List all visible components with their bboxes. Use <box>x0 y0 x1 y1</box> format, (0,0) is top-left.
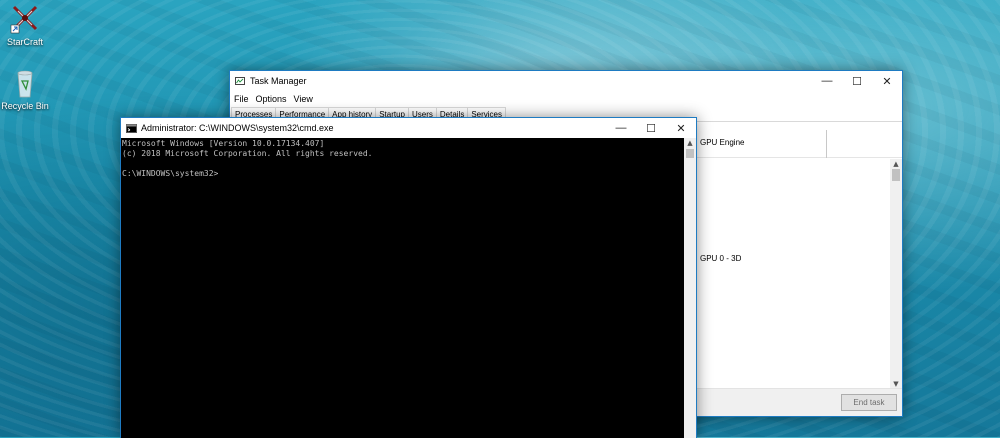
menu-bar: File Options View <box>230 91 902 107</box>
console-line: (c) 2018 Microsoft Corporation. All righ… <box>122 149 373 158</box>
console-line: Microsoft Windows [Version 10.0.17134.40… <box>122 139 325 148</box>
cmd-window: Administrator: C:\WINDOWS\system32\cmd.e… <box>120 117 697 438</box>
scroll-up-icon[interactable]: ▲ <box>684 138 696 148</box>
menu-file[interactable]: File <box>234 94 249 104</box>
task-manager-icon <box>235 77 245 85</box>
maximize-button[interactable]: ☐ <box>842 71 872 91</box>
cmd-icon <box>126 124 137 133</box>
starcraft-icon <box>8 3 42 35</box>
scroll-thumb[interactable] <box>892 169 900 181</box>
desktop-icon-label: Recycle Bin <box>1 101 49 111</box>
console-prompt: C:\WINDOWS\system32> <box>122 169 219 178</box>
vertical-scrollbar[interactable]: ▲ <box>684 138 696 438</box>
scroll-up-icon[interactable]: ▲ <box>890 159 902 169</box>
close-button[interactable]: ✕ <box>666 118 696 138</box>
desktop-icon-starcraft[interactable]: StarCraft <box>0 3 55 47</box>
vertical-scrollbar[interactable]: ▲ ▼ <box>890 159 902 389</box>
minimize-button[interactable]: — <box>606 118 636 138</box>
console-output[interactable]: Microsoft Windows [Version 10.0.17134.40… <box>121 138 684 438</box>
menu-options[interactable]: Options <box>256 94 287 104</box>
desktop-icon-recycle-bin[interactable]: Recycle Bin <box>0 67 55 111</box>
gpu-engine-value: GPU 0 - 3D <box>700 254 742 263</box>
minimize-button[interactable]: — <box>812 71 842 91</box>
end-task-button[interactable]: End task <box>841 394 897 411</box>
window-title: Task Manager <box>250 76 307 86</box>
maximize-button[interactable]: ☐ <box>636 118 666 138</box>
cmd-titlebar[interactable]: Administrator: C:\WINDOWS\system32\cmd.e… <box>121 118 696 138</box>
scroll-thumb[interactable] <box>686 149 694 158</box>
recycle-bin-icon <box>8 67 42 99</box>
column-header-gpu-engine[interactable]: GPU Engine <box>700 138 744 147</box>
desktop-icon-label: StarCraft <box>6 37 43 47</box>
close-button[interactable]: ✕ <box>872 71 902 91</box>
task-manager-titlebar[interactable]: Task Manager — ☐ ✕ <box>230 71 902 91</box>
column-divider[interactable] <box>826 130 827 158</box>
menu-view[interactable]: View <box>294 94 313 104</box>
window-title: Administrator: C:\WINDOWS\system32\cmd.e… <box>141 123 334 133</box>
